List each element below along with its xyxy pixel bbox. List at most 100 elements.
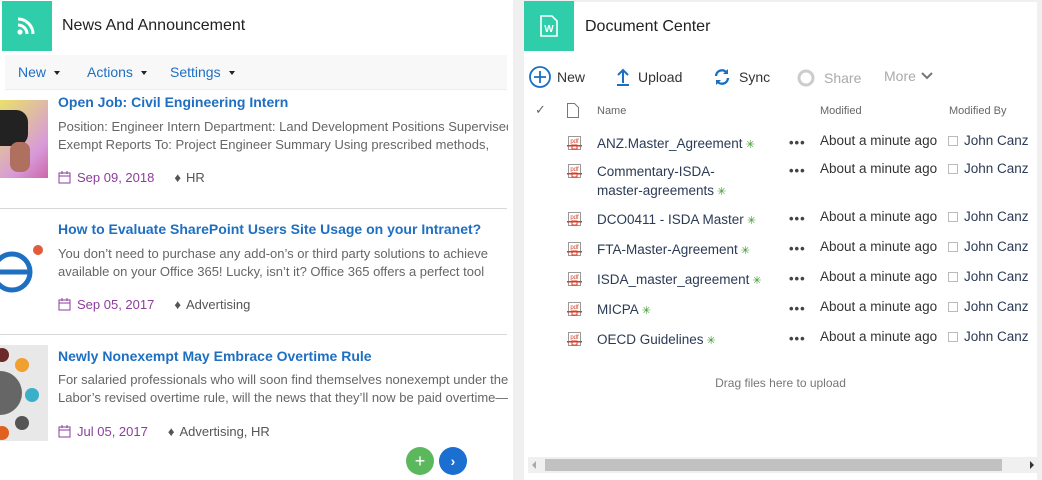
modified-date: About a minute ago bbox=[820, 239, 938, 254]
column-header-modified[interactable]: Modified bbox=[820, 105, 862, 117]
share-icon bbox=[797, 69, 815, 87]
chevron-down-icon bbox=[921, 72, 933, 80]
pdf-icon: pdf bbox=[567, 164, 582, 178]
sync-button[interactable]: Sync bbox=[713, 68, 770, 86]
file-name-link[interactable]: DCO0411 - ISDA Master bbox=[597, 212, 744, 227]
file-name: ANZ.Master_Agreement ✳ bbox=[597, 134, 755, 155]
panel-title: Document Center bbox=[585, 18, 711, 35]
modified-date: About a minute ago bbox=[820, 329, 938, 344]
caret-down-icon bbox=[228, 71, 235, 76]
drag-upload-hint: Drag files here to upload bbox=[715, 376, 846, 390]
share-button[interactable]: Share bbox=[796, 68, 861, 88]
more-options-icon[interactable]: ••• bbox=[789, 331, 806, 346]
settings-label: Settings bbox=[170, 64, 221, 80]
news-title-link[interactable]: Newly Nonexempt May Embrace Overtime Rul… bbox=[58, 348, 372, 364]
upload-button[interactable]: Upload bbox=[616, 68, 682, 86]
svg-text:W: W bbox=[544, 24, 554, 35]
file-name-link[interactable]: ISDA_master_agreement bbox=[597, 272, 749, 287]
settings-menu[interactable]: Settings bbox=[170, 64, 235, 80]
news-tags[interactable]: HR bbox=[186, 170, 205, 185]
modified-by[interactable]: John Canz bbox=[948, 299, 1029, 314]
horizontal-scrollbar[interactable] bbox=[528, 457, 1040, 473]
divider bbox=[0, 208, 507, 209]
person-checkbox[interactable] bbox=[948, 135, 958, 146]
news-thumbnail[interactable] bbox=[0, 345, 48, 441]
modified-by[interactable]: John Canz bbox=[948, 329, 1029, 344]
scrollbar-thumb[interactable] bbox=[545, 459, 1002, 471]
modified-by[interactable]: John Canz bbox=[948, 133, 1029, 148]
file-name: OECD Guidelines ✳ bbox=[597, 330, 716, 351]
upload-label: Upload bbox=[638, 69, 683, 85]
person-checkbox[interactable] bbox=[948, 163, 958, 174]
modified-by-name: John Canz bbox=[964, 329, 1029, 344]
new-item-icon: ✳ bbox=[746, 215, 757, 227]
file-name: ISDA_master_agreement ✳ bbox=[597, 270, 762, 291]
document-center-panel: W Document Center New Upload Sync Share … bbox=[524, 1, 1040, 480]
rss-icon bbox=[2, 1, 52, 51]
person-checkbox[interactable] bbox=[948, 241, 958, 252]
modified-by[interactable]: John Canz bbox=[948, 161, 1029, 176]
new-menu[interactable]: New bbox=[18, 64, 61, 80]
more-button[interactable]: More bbox=[884, 68, 941, 84]
news-meta: Sep 05, 2017 ♦ Advertising bbox=[58, 297, 250, 312]
more-options-icon[interactable]: ••• bbox=[789, 301, 806, 316]
pdf-icon: pdf bbox=[567, 242, 582, 256]
news-thumbnail[interactable] bbox=[0, 100, 48, 178]
modified-by-name: John Canz bbox=[964, 299, 1029, 314]
new-item-icon: ✳ bbox=[641, 305, 651, 317]
news-title-link[interactable]: How to Evaluate SharePoint Users Site Us… bbox=[58, 221, 481, 237]
tag-icon: ♦ bbox=[174, 297, 181, 312]
actions-menu[interactable]: Actions bbox=[87, 64, 147, 80]
news-date: Sep 05, 2017 bbox=[77, 297, 155, 312]
file-name-link[interactable]: MICPA bbox=[597, 302, 639, 317]
new-item-icon: ✳ bbox=[706, 335, 716, 347]
new-item-icon: ✳ bbox=[717, 186, 727, 198]
panel-title: News And Announcement bbox=[62, 17, 246, 34]
plus-icon: + bbox=[414, 450, 426, 471]
calendar-icon bbox=[58, 298, 71, 311]
news-toolbar: New Actions Settings bbox=[5, 55, 507, 90]
news-title-link[interactable]: Open Job: Civil Engineering Intern bbox=[58, 94, 288, 110]
more-options-icon[interactable]: ••• bbox=[789, 211, 806, 226]
more-options-icon[interactable]: ••• bbox=[789, 135, 806, 150]
file-name-link[interactable]: OECD Guidelines bbox=[597, 332, 704, 347]
modified-by[interactable]: John Canz bbox=[948, 269, 1029, 284]
column-header-modified-by[interactable]: Modified By bbox=[949, 105, 1006, 117]
scroll-left-icon[interactable] bbox=[532, 461, 536, 469]
new-item-icon: ✳ bbox=[745, 139, 755, 151]
person-checkbox[interactable] bbox=[948, 271, 958, 282]
news-thumbnail[interactable] bbox=[0, 228, 48, 306]
add-news-button[interactable]: + bbox=[406, 447, 434, 475]
file-name-link[interactable]: Commentary-ISDA-master-agreements bbox=[597, 164, 715, 198]
file-name: DCO0411 - ISDA Master ✳ bbox=[597, 210, 756, 231]
svg-text:pdf: pdf bbox=[570, 305, 579, 311]
tag-icon: ♦ bbox=[174, 170, 181, 185]
person-checkbox[interactable] bbox=[948, 301, 958, 312]
news-excerpt: Position: Engineer Intern Department: La… bbox=[58, 119, 508, 152]
person-checkbox[interactable] bbox=[948, 331, 958, 342]
scroll-right-icon[interactable] bbox=[1030, 461, 1034, 469]
new-label: New bbox=[557, 69, 586, 85]
file-type-icon bbox=[567, 103, 579, 118]
more-options-icon[interactable]: ••• bbox=[789, 163, 806, 178]
more-options-icon[interactable]: ••• bbox=[789, 271, 806, 286]
modified-by-name: John Canz bbox=[964, 161, 1029, 176]
file-name-link[interactable]: ANZ.Master_Agreement bbox=[597, 136, 743, 151]
file-name-link[interactable]: FTA-Master-Agreement bbox=[597, 242, 738, 257]
pdf-icon: pdf bbox=[567, 302, 582, 316]
plus-circle-icon bbox=[529, 66, 551, 88]
modified-by[interactable]: John Canz bbox=[948, 239, 1029, 254]
select-all-checkmark[interactable]: ✓ bbox=[535, 102, 546, 118]
svg-text:pdf: pdf bbox=[570, 215, 579, 221]
actions-label: Actions bbox=[87, 64, 133, 80]
person-checkbox[interactable] bbox=[948, 211, 958, 222]
svg-text:pdf: pdf bbox=[570, 245, 579, 251]
column-header-name[interactable]: Name bbox=[597, 105, 626, 117]
modified-by[interactable]: John Canz bbox=[948, 209, 1029, 224]
news-tags[interactable]: Advertising bbox=[186, 297, 250, 312]
next-page-button[interactable]: › bbox=[439, 447, 467, 475]
more-options-icon[interactable]: ••• bbox=[789, 241, 806, 256]
new-button[interactable]: New bbox=[529, 66, 585, 88]
new-item-icon: ✳ bbox=[740, 245, 750, 257]
news-tags[interactable]: Advertising, HR bbox=[179, 424, 269, 439]
